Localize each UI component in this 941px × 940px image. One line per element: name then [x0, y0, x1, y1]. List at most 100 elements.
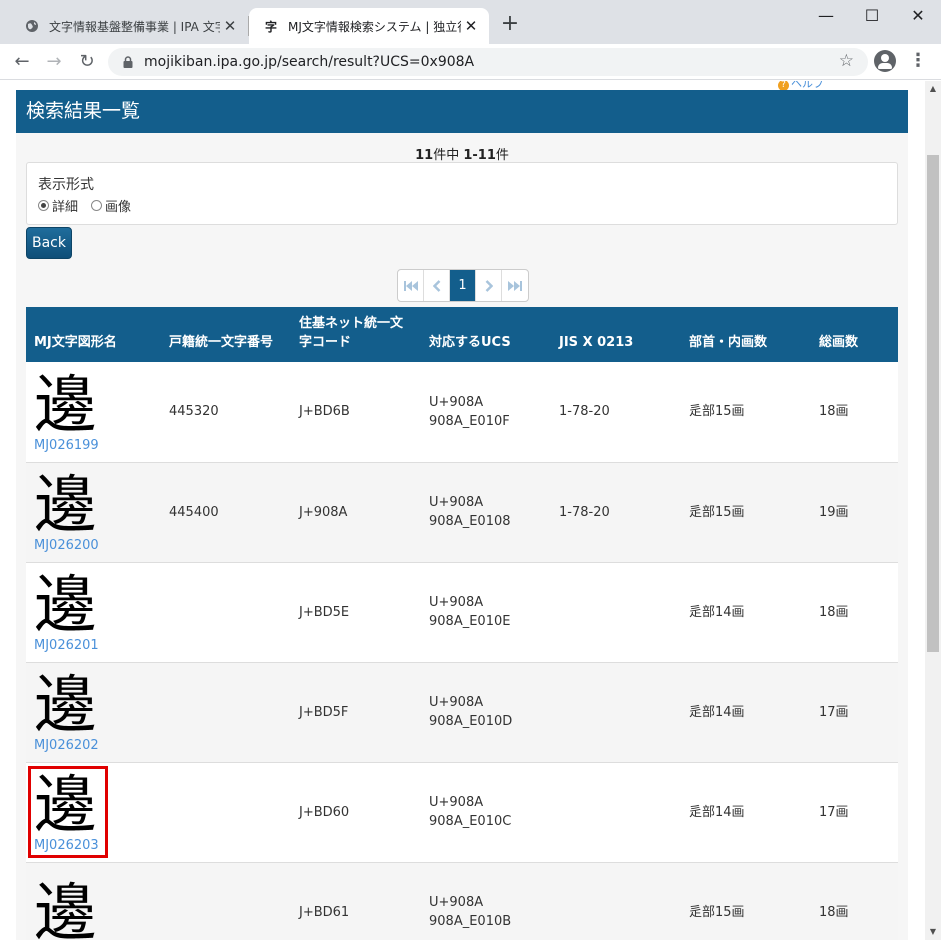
display-format-legend: 表示形式	[38, 177, 94, 193]
profile-avatar-icon[interactable]	[874, 50, 896, 72]
mj-link[interactable]: MJ026200	[34, 538, 153, 554]
ucs-cell: U+908A 908A_E010F	[421, 362, 551, 463]
koseki-cell	[161, 562, 291, 663]
glyph-image[interactable]: 邊	[34, 572, 153, 638]
table-row: 邊 MJ026201 J+BD5E U+908A 908A_E010E 辵部14画 …	[26, 562, 898, 663]
ucs-cell: U+908A 908A_E0108	[421, 462, 551, 563]
browser-tab-ipa[interactable]: 文字情報基盤整備事業 | IPA 文字 ✕	[10, 8, 248, 44]
glyph-cell: 邊	[26, 862, 161, 940]
juki-cell: J+BD6B	[291, 362, 421, 463]
bushu-cell: 辵部15画	[681, 862, 811, 940]
reload-icon[interactable]: ↻	[75, 50, 99, 74]
tab-strip: 文字情報基盤整備事業 | IPA 文字 ✕ 字 MJ文字情報検索システム | 独…	[0, 0, 941, 44]
results-table: MJ文字図形名 戸籍統一文字番号 住基ネット統一文字コード 対応するUCS JI…	[26, 307, 898, 940]
jis-cell	[551, 662, 681, 763]
ucs-cell: U+908A 908A_E010C	[421, 762, 551, 863]
moji-icon: 字	[264, 19, 277, 34]
koseki-cell	[161, 862, 291, 940]
column-header: 戸籍統一文字番号	[161, 307, 291, 362]
browser-menu-icon[interactable]: ⋮	[908, 50, 928, 72]
koseki-cell	[161, 762, 291, 863]
browser-tab-mj-search[interactable]: 字 MJ文字情報検索システム | 独立行政 ✕	[249, 8, 489, 44]
radio-button[interactable]	[38, 200, 49, 211]
glyph-image[interactable]: 邊	[34, 371, 153, 438]
url-text: mojikiban.ipa.go.jp/search/result?UCS=0x…	[144, 54, 475, 70]
juki-cell: J+BD60	[291, 762, 421, 863]
display-format-box: 表示形式 詳細 画像	[26, 162, 898, 225]
jis-cell	[551, 562, 681, 663]
mj-link[interactable]: MJ026199	[34, 438, 153, 454]
minimize-button[interactable]: —	[803, 4, 849, 28]
glyph-image[interactable]: 邊	[34, 672, 153, 738]
total-strokes-cell: 18画	[811, 562, 898, 663]
glyph-cell: 邊 MJ026201	[26, 562, 161, 663]
radio-image[interactable]: 画像	[91, 196, 131, 215]
ucs-cell: U+908A 908A_E010E	[421, 562, 551, 663]
column-header: 住基ネット統一文字コード	[291, 307, 421, 362]
koseki-cell	[161, 662, 291, 763]
ucs-cell: U+908A 908A_E010B	[421, 862, 551, 940]
first-page-icon[interactable]	[398, 270, 424, 301]
page-viewport: ? ヘルプ 検索結果一覧 11件中 1-11件 表示形式 詳細 画像 Back 1	[0, 81, 925, 940]
page-number-current[interactable]: 1	[450, 270, 476, 301]
ucs-cell: U+908A 908A_E010D	[421, 662, 551, 763]
bushu-cell: 辵部14画	[681, 762, 811, 863]
table-row: 邊 MJ026199 445320 J+BD6B U+908A 908A_E010F…	[26, 362, 898, 463]
glyph-image[interactable]: 邊	[34, 880, 153, 940]
display-format-options: 詳細 画像	[38, 196, 144, 215]
juki-cell: J+BD5E	[291, 562, 421, 663]
next-page-icon[interactable]	[476, 270, 502, 301]
tab-title: 文字情報基盤整備事業 | IPA 文字	[49, 19, 220, 34]
jis-cell: 1-78-20	[551, 362, 681, 463]
glyph-cell: 邊 MJ026200	[26, 462, 161, 563]
total-strokes-cell: 18画	[811, 862, 898, 940]
table-row: 邊 MJ026200 445400 J+908A U+908A 908A_E0108…	[26, 462, 898, 563]
result-count: 11件中 1-11件	[415, 148, 509, 163]
maximize-button[interactable]: ☐	[849, 4, 895, 28]
radio-detail[interactable]: 詳細	[38, 196, 78, 215]
bookmark-star-icon[interactable]: ☆	[839, 51, 854, 71]
scroll-up-icon[interactable]: ▲	[925, 81, 941, 97]
window-close-button[interactable]: ✕	[895, 4, 941, 28]
juki-cell: J+908A	[291, 462, 421, 563]
prev-page-icon[interactable]	[424, 270, 450, 301]
lock-icon	[123, 56, 133, 68]
forward-arrow-icon[interactable]: →	[42, 50, 66, 74]
radio-button[interactable]	[91, 200, 103, 211]
koseki-cell: 445320	[161, 362, 291, 463]
table-row: 邊 MJ026202 J+BD5F U+908A 908A_E010D 辵部14画 …	[26, 662, 898, 763]
table-header-row: MJ文字図形名 戸籍統一文字番号 住基ネット統一文字コード 対応するUCS JI…	[26, 307, 898, 362]
results-panel: 11件中 1-11件 表示形式 詳細 画像 Back 1 MJ文字図形名 戸籍統…	[16, 133, 908, 940]
last-page-icon[interactable]	[502, 270, 528, 301]
jis-cell	[551, 762, 681, 863]
total-strokes-cell: 18画	[811, 362, 898, 463]
address-bar[interactable]: mojikiban.ipa.go.jp/search/result?UCS=0x…	[108, 48, 868, 76]
total-strokes-cell: 17画	[811, 762, 898, 863]
column-header: 部首・内画数	[681, 307, 811, 362]
close-icon[interactable]: ✕	[220, 17, 240, 35]
glyph-cell: 邊 MJ026202	[26, 662, 161, 763]
column-header: 対応するUCS	[421, 307, 551, 362]
page-scrollbar[interactable]: ▲ ▼	[925, 81, 941, 940]
help-label: ヘルプ	[791, 81, 824, 90]
back-arrow-icon[interactable]: ←	[10, 50, 34, 74]
scroll-down-icon[interactable]: ▼	[925, 924, 941, 940]
total-strokes-cell: 19画	[811, 462, 898, 563]
scrollbar-thumb[interactable]	[927, 155, 939, 652]
jis-cell: 1-78-20	[551, 462, 681, 563]
browser-toolbar: ← → ↻ mojikiban.ipa.go.jp/search/result?…	[0, 44, 941, 80]
glyph-cell: 邊 MJ026203	[26, 762, 161, 863]
juki-cell: J+BD61	[291, 862, 421, 940]
new-tab-button[interactable]: +	[498, 12, 522, 36]
column-header: JIS X 0213	[551, 307, 681, 362]
highlight-box	[28, 765, 108, 858]
back-button[interactable]: Back	[26, 227, 72, 259]
koseki-cell: 445400	[161, 462, 291, 563]
mj-link[interactable]: MJ026202	[34, 738, 153, 754]
mj-link[interactable]: MJ026201	[34, 638, 153, 654]
close-icon[interactable]: ✕	[461, 17, 481, 35]
table-row: 邊 J+BD61 U+908A 908A_E010B 辵部15画 18画	[26, 862, 898, 940]
glyph-image[interactable]: 邊	[34, 472, 153, 538]
column-header: 総画数	[811, 307, 898, 362]
total-strokes-cell: 17画	[811, 662, 898, 763]
